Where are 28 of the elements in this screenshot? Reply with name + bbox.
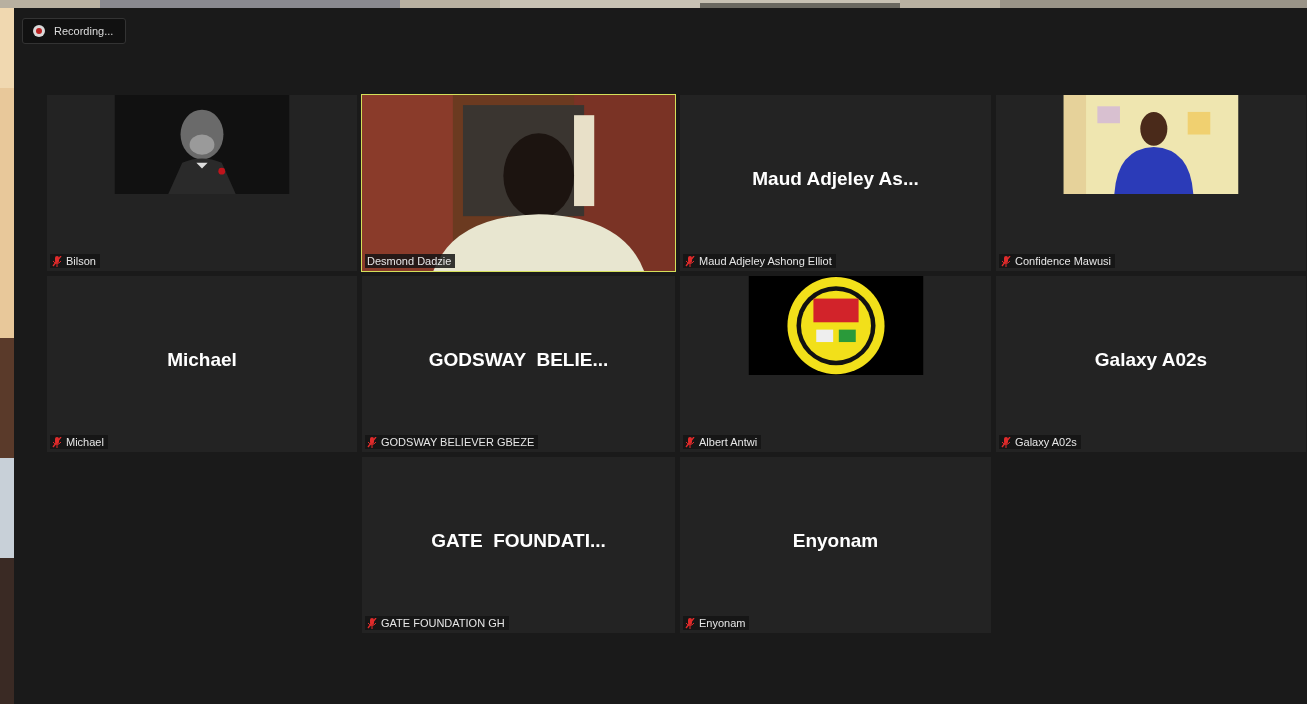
participant-name: Galaxy A02s — [1094, 349, 1208, 371]
participant-name: Enyonam — [792, 530, 879, 552]
name-label: GODSWAY BELIEVER GBEZE — [365, 435, 539, 449]
video-tile[interactable]: Michael Michael — [47, 276, 357, 452]
participant-name: GODSWAY BELIE... — [428, 349, 609, 371]
video-tile[interactable]: Enyonam Enyonam — [680, 457, 991, 633]
name-label: Desmond Dadzie — [365, 254, 456, 268]
recording-icon — [33, 25, 45, 37]
video-tile[interactable]: Galaxy A02s Galaxy A02s — [996, 276, 1306, 452]
video-tile[interactable]: Confidence Mawusi — [996, 95, 1306, 271]
name-label: Enyonam — [683, 616, 750, 630]
video-tile[interactable]: GODSWAY BELIE... GODSWAY BELIEVER GBEZE — [362, 276, 675, 452]
name-label: Michael — [50, 435, 108, 449]
video-tile[interactable]: Desmond Dadzie — [362, 95, 675, 271]
name-label: GATE FOUNDATION GH — [365, 616, 509, 630]
participant-name: GATE FOUNDATI... — [431, 530, 606, 552]
name-label: Galaxy A02s — [999, 435, 1081, 449]
participant-name: Maud Adjeley As... — [752, 168, 919, 190]
video-tile[interactable]: Albert Antwi — [680, 276, 991, 452]
video-tile[interactable]: Bilson — [47, 95, 357, 271]
video-tile[interactable]: Maud Adjeley As... Maud Adjeley Ashong Elliot — [680, 95, 991, 271]
participant-name: Michael — [167, 349, 237, 371]
name-label: Confidence Mawusi — [999, 254, 1115, 268]
name-label: Maud Adjeley Ashong Elliot — [683, 254, 836, 268]
recording-label: Recording... — [54, 25, 114, 37]
name-label: Albert Antwi — [683, 435, 762, 449]
video-tile[interactable]: GATE FOUNDATI... GATE FOUNDATION GH — [362, 457, 675, 633]
name-label: Bilson — [50, 254, 100, 268]
